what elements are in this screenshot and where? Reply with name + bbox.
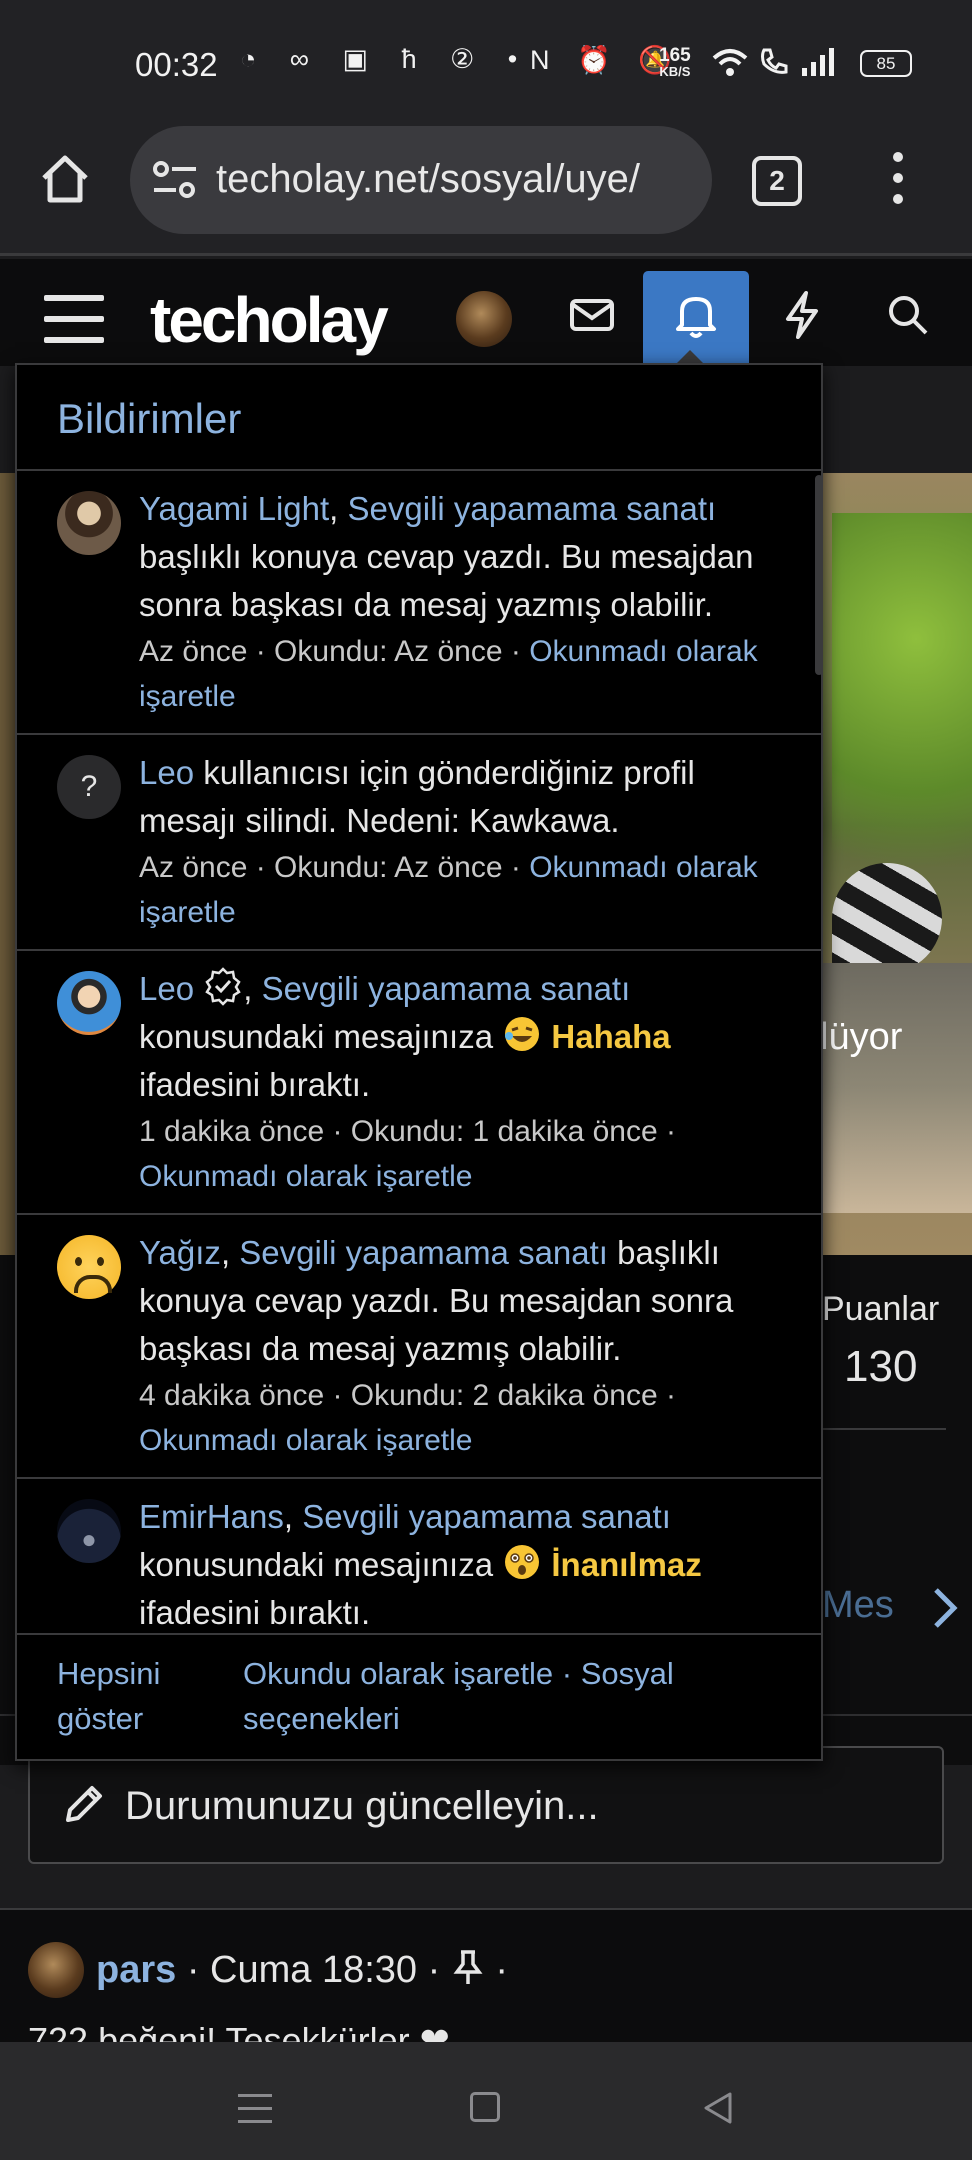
notifications-dropdown: Bildirimler Yagami Light, Sevgili yapama…	[15, 363, 823, 1761]
chevron-right-icon[interactable]	[928, 1586, 962, 1630]
mark-unread-link[interactable]: Okunmadı olarak işaretle	[139, 1424, 473, 1457]
cover-photo-edge	[0, 473, 16, 1255]
system-nav-bar	[0, 2042, 972, 2160]
notification-thread[interactable]: Sevgili yapamama sanatı	[302, 1498, 671, 1535]
site-header: techolay	[0, 259, 972, 366]
status-placeholder: Durumunuzu güncelleyin...	[125, 1784, 599, 1828]
dropdown-pointer	[676, 350, 704, 364]
back-button[interactable]	[700, 2090, 736, 2126]
post-author[interactable]: pars	[96, 1949, 176, 1991]
mail-icon[interactable]	[566, 289, 618, 341]
url-text: techolay.net/sosyal/uye/	[216, 157, 640, 201]
notification-avatar[interactable]	[57, 491, 121, 555]
mark-all-read-link[interactable]: Okundu olarak işaretle	[243, 1656, 553, 1691]
notification-text: konusundaki mesajınıza	[139, 1018, 503, 1055]
reaction-label: İnanılmaz	[551, 1546, 702, 1583]
show-all-link[interactable]: Hepsini göster	[57, 1656, 160, 1736]
notification-time: 1 dakika önce · Okundu: 1 dakika önce ·	[139, 1115, 676, 1148]
notification-time: Az önce · Okundu: Az önce ·	[139, 635, 530, 668]
verified-badge-icon	[205, 967, 241, 1006]
notification-scrollbar[interactable]	[815, 475, 821, 675]
notification-list[interactable]: Yagami Light, Sevgili yapamama sanatı ba…	[17, 471, 821, 1633]
notification-separator: ,	[243, 970, 262, 1007]
notification-avatar[interactable]	[57, 1235, 121, 1299]
notification-text: başlıklı konuya cevap yazdı. Bu mesajdan…	[139, 538, 754, 623]
notification-user[interactable]: Leo	[139, 754, 194, 791]
notification-user[interactable]: EmirHans	[139, 1498, 284, 1535]
wifi-icon	[712, 49, 748, 76]
notification-text: kullanıcısı için gönderdiğiniz profil me…	[139, 754, 695, 839]
notification-thread[interactable]: Sevgili yapamama sanatı	[239, 1234, 608, 1271]
pencil-icon	[66, 1786, 102, 1822]
home-icon[interactable]	[38, 152, 92, 206]
user-avatar[interactable]	[456, 291, 512, 347]
site-settings-icon[interactable]	[152, 158, 198, 202]
wifi-call-icon	[761, 48, 788, 74]
stats-divider	[822, 1428, 946, 1430]
menu-icon[interactable]	[44, 295, 104, 343]
tab-switcher-button[interactable]: 2	[752, 156, 802, 206]
notification-text: konusundaki mesajınıza	[139, 1546, 503, 1583]
notification-separator: ,	[329, 490, 348, 527]
signal-icon	[802, 48, 834, 76]
laughing-emoji-icon	[505, 1017, 540, 1051]
post-meta-tail: ·	[484, 1949, 509, 1991]
points-value: 130	[844, 1342, 918, 1391]
network-speed-value: 165	[659, 45, 691, 66]
notification-separator: ,	[283, 1498, 303, 1535]
footer-separator: ·	[553, 1656, 581, 1691]
search-icon[interactable]	[882, 289, 934, 341]
points-label: Puanlar	[822, 1290, 940, 1328]
tab-messages[interactable]: Mes	[822, 1584, 894, 1627]
address-bar[interactable]: techolay.net/sosyal/uye/	[130, 126, 712, 234]
notifications-title: Bildirimler	[57, 395, 242, 442]
post-date: · Cuma 18:30 ·	[176, 1949, 451, 1991]
notification-time: 4 dakika önce · Okundu: 2 dakika önce ·	[139, 1379, 676, 1412]
network-speed-unit: KB/S	[659, 64, 691, 79]
notification-thread[interactable]: Sevgili yapamama sanatı	[348, 490, 717, 527]
notification-user[interactable]: Leo	[139, 970, 194, 1007]
post-meta: pars · Cuma 18:30 · ·	[96, 1948, 508, 1992]
notification-user[interactable]: Yagami Light	[139, 490, 329, 527]
status-bar: 00:32 ◔ ∞ ▣ ħ ② • N ⏰ 🔕 165 KB/S 85	[0, 0, 972, 126]
notification-text-end: ifadesini bıraktı.	[139, 1594, 371, 1631]
cover-caption: lüyor	[820, 1016, 903, 1058]
status-right-icons: 85	[712, 42, 912, 82]
mark-unread-link[interactable]: Okunmadı olarak işaretle	[139, 1160, 473, 1193]
pin-icon	[453, 1950, 483, 1984]
notification-item[interactable]: Leo , Sevgili yapamama sanatı konusundak…	[17, 951, 821, 1215]
notification-avatar: ?	[57, 755, 121, 819]
notification-separator: ,	[220, 1234, 240, 1271]
astonished-emoji-icon	[505, 1545, 540, 1579]
browser-menu-icon[interactable]	[888, 152, 908, 212]
notification-avatar[interactable]	[57, 1499, 121, 1563]
status-time: 00:32	[135, 46, 218, 83]
notification-thread[interactable]: Sevgili yapamama sanatı	[262, 970, 631, 1007]
profile-post: pars · Cuma 18:30 · · 722 beğeni! Teşekk…	[0, 1908, 972, 2061]
lightning-icon[interactable]	[776, 289, 828, 341]
bell-icon	[676, 297, 716, 338]
status-update-input[interactable]: Durumunuzu güncelleyin...	[28, 1746, 944, 1864]
reaction-label: Hahaha	[551, 1018, 671, 1055]
post-avatar[interactable]	[28, 1942, 84, 1998]
notification-item[interactable]: Yagami Light, Sevgili yapamama sanatı ba…	[17, 471, 821, 735]
home-button[interactable]	[470, 2092, 500, 2122]
network-speed: 165 KB/S	[659, 46, 691, 79]
battery-icon: 85	[860, 50, 912, 77]
notification-avatar[interactable]	[57, 971, 121, 1035]
notification-time: Az önce · Okundu: Az önce ·	[139, 851, 530, 884]
recent-apps-button[interactable]	[238, 2094, 272, 2124]
notification-item[interactable]: ? Leo kullanıcısı için gönderdiğiniz pro…	[17, 735, 821, 951]
notification-item[interactable]: EmirHans, Sevgili yapamama sanatı konusu…	[17, 1479, 821, 1633]
notification-text-end: ifadesini bıraktı.	[139, 1066, 371, 1103]
site-logo[interactable]: techolay	[150, 283, 389, 357]
notifications-footer: Hepsini göster Okundu olarak işaretle · …	[17, 1633, 821, 1759]
status-app-icons: ◔ ∞ ▣ ħ ② •	[240, 44, 531, 74]
notification-item[interactable]: Yağız, Sevgili yapamama sanatı başlıklı …	[17, 1215, 821, 1479]
browser-toolbar: techolay.net/sosyal/uye/ 2	[0, 126, 972, 256]
notification-user[interactable]: Yağız	[139, 1234, 221, 1271]
